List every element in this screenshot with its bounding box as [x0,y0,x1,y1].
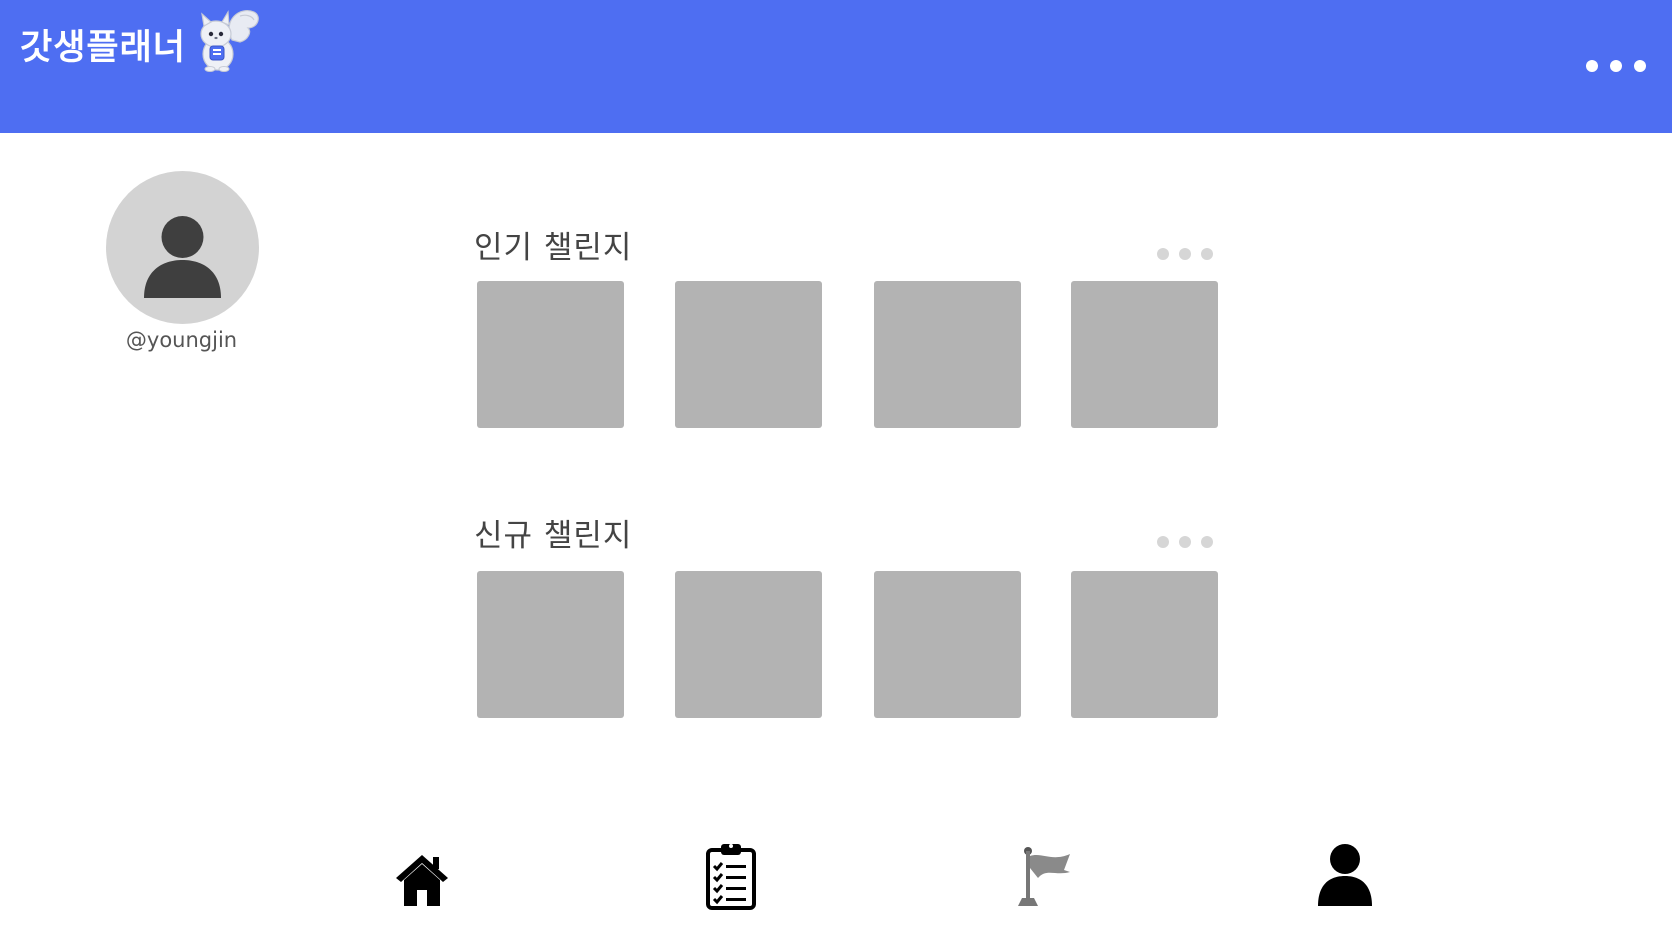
app-root: 갓생플래너 @youngjin 인기 챌린지 신규 챌린지 [0,0,1672,941]
challenge-card[interactable] [675,571,822,718]
challenge-card[interactable] [874,571,1021,718]
section-title: 인기 챌린지 [474,230,633,266]
more-dot [1179,536,1191,548]
user-icon [1318,844,1372,906]
flag-icon [1018,847,1070,906]
challenge-card[interactable] [477,281,624,428]
popular-challenges-section: 인기 챌린지 [474,222,1224,437]
profile-panel: @youngjin [106,171,259,352]
username-label: @youngjin [125,328,238,352]
avatar-silhouette [144,216,221,298]
more-dot [1586,60,1598,72]
more-dot [1201,536,1213,548]
card-row [477,281,1218,429]
challenge-card[interactable] [477,571,624,718]
challenge-card[interactable] [1071,281,1218,428]
clipboard-checklist-icon [706,844,756,910]
bottom-navigation [0,840,1672,920]
more-dot [1634,60,1646,72]
top-header: 갓생플래너 [0,0,1672,133]
challenge-card[interactable] [1071,571,1218,718]
challenge-card[interactable] [675,281,822,428]
nav-home-button[interactable] [387,840,457,910]
more-dot [1157,248,1169,260]
user-avatar-icon[interactable] [106,171,259,324]
more-dot [1157,536,1169,548]
more-dot [1201,248,1213,260]
new-challenges-section: 신규 챌린지 [474,510,1224,725]
more-dot [1610,60,1622,72]
nav-checklist-button[interactable] [696,840,766,910]
popular-challenges-more-button[interactable] [1157,248,1213,260]
more-dot [1179,248,1191,260]
section-title: 신규 챌린지 [474,518,633,554]
new-challenges-more-button[interactable] [1157,536,1213,548]
challenge-card[interactable] [874,281,1021,428]
nav-challenge-button[interactable] [1008,840,1078,910]
header-more-button[interactable] [1586,54,1646,78]
app-title: 갓생플래너 [20,27,187,68]
home-icon [396,855,448,906]
card-row [477,571,1218,719]
nav-profile-button[interactable] [1310,840,1380,910]
squirrel-mascot-icon [200,10,259,72]
brand[interactable]: 갓생플래너 [20,10,260,74]
